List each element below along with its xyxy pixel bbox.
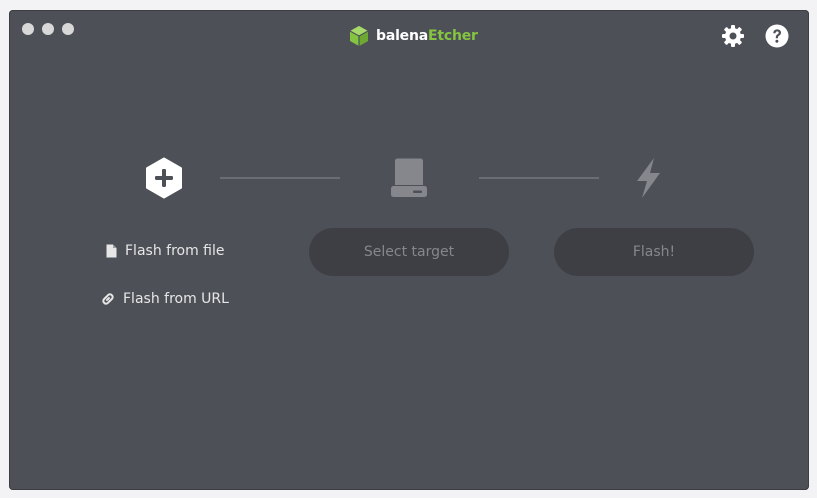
flash-from-url-label: Flash from URL <box>123 291 229 307</box>
flash-from-file-button[interactable]: Flash from file <box>106 243 225 259</box>
select-drive-step <box>389 157 429 203</box>
window-controls <box>22 23 74 35</box>
lightning-icon <box>637 158 660 198</box>
drive-icon <box>391 158 427 197</box>
flash-from-url-button[interactable]: Flash from URL <box>101 291 229 307</box>
link-icon <box>102 293 114 305</box>
help-button[interactable] <box>765 24 789 48</box>
balena-cube-icon <box>349 26 369 46</box>
step-connector-1 <box>220 177 340 179</box>
flash-step <box>628 157 668 203</box>
app-window: balenaEtcher Flash from file Flash from … <box>9 10 809 490</box>
step-connector-2 <box>479 177 599 179</box>
maximize-window-button[interactable] <box>62 23 74 35</box>
app-title: balenaEtcher <box>376 28 478 44</box>
select-target-button[interactable]: Select target <box>309 228 509 276</box>
file-icon <box>106 244 117 258</box>
question-circle-icon <box>765 24 789 48</box>
select-image-step[interactable] <box>144 157 184 203</box>
app-logo: balenaEtcher <box>348 24 478 48</box>
hexagon-plus-icon <box>146 157 182 199</box>
close-window-button[interactable] <box>22 23 34 35</box>
flash-from-file-label: Flash from file <box>125 243 225 259</box>
settings-button[interactable] <box>721 24 745 48</box>
gear-icon <box>722 25 744 47</box>
minimize-window-button[interactable] <box>42 23 54 35</box>
flash-button[interactable]: Flash! <box>554 228 754 276</box>
